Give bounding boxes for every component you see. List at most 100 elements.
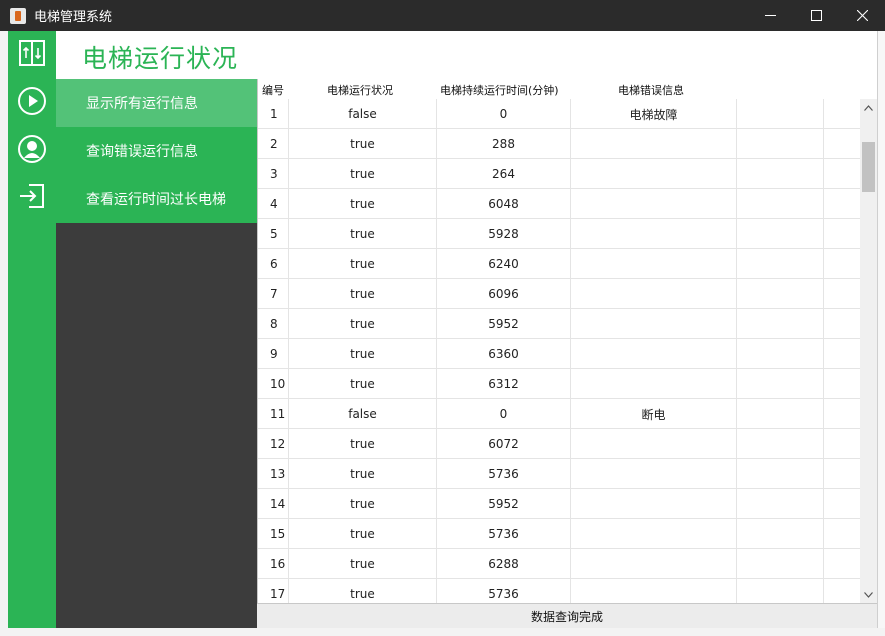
cell-empty[interactable] <box>737 459 824 489</box>
menu-item-long-running[interactable]: 查看运行时间过长电梯 <box>56 175 257 223</box>
table-row[interactable]: 4 true 6048 <box>258 189 860 219</box>
table-row[interactable]: 8 true 5952 <box>258 309 860 339</box>
cell-id[interactable]: 14 <box>258 489 289 519</box>
cell-status[interactable]: true <box>289 249 437 279</box>
menu-item-show-all[interactable]: 显示所有运行信息 <box>56 79 257 127</box>
cell-runtime[interactable]: 6072 <box>437 429 571 459</box>
rail-play-button[interactable] <box>17 86 47 116</box>
cell-empty[interactable] <box>737 159 824 189</box>
table-row[interactable]: 10 true 6312 <box>258 369 860 399</box>
minimize-button[interactable] <box>747 0 793 31</box>
cell-empty[interactable] <box>824 399 860 429</box>
close-button[interactable] <box>839 0 885 31</box>
cell-empty[interactable] <box>737 369 824 399</box>
cell-error[interactable] <box>571 579 737 603</box>
cell-id[interactable]: 2 <box>258 129 289 159</box>
cell-id[interactable]: 7 <box>258 279 289 309</box>
cell-empty[interactable] <box>824 489 860 519</box>
cell-id[interactable]: 4 <box>258 189 289 219</box>
rail-elevator-button[interactable] <box>17 38 47 68</box>
cell-runtime[interactable]: 5928 <box>437 219 571 249</box>
column-header-error[interactable]: 电梯错误信息 <box>618 82 684 98</box>
cell-empty[interactable] <box>737 519 824 549</box>
cell-runtime[interactable]: 264 <box>437 159 571 189</box>
scrollbar-thumb[interactable] <box>862 142 875 192</box>
cell-runtime[interactable]: 5736 <box>437 579 571 603</box>
cell-id[interactable]: 12 <box>258 429 289 459</box>
cell-empty[interactable] <box>737 249 824 279</box>
table-row[interactable]: 9 true 6360 <box>258 339 860 369</box>
cell-runtime[interactable]: 6096 <box>437 279 571 309</box>
cell-id[interactable]: 13 <box>258 459 289 489</box>
cell-runtime[interactable]: 0 <box>437 99 571 129</box>
cell-empty[interactable] <box>737 309 824 339</box>
cell-empty[interactable] <box>737 219 824 249</box>
cell-runtime[interactable]: 5952 <box>437 489 571 519</box>
rail-logout-button[interactable] <box>17 181 47 211</box>
vertical-scrollbar[interactable] <box>860 99 877 603</box>
cell-error[interactable] <box>571 219 737 249</box>
cell-error[interactable] <box>571 429 737 459</box>
column-header-status[interactable]: 电梯运行状况 <box>327 82 393 98</box>
table-row[interactable]: 17 true 5736 <box>258 579 860 603</box>
cell-id[interactable]: 11 <box>258 399 289 429</box>
cell-empty[interactable] <box>737 489 824 519</box>
cell-error[interactable] <box>571 369 737 399</box>
cell-error[interactable] <box>571 279 737 309</box>
cell-id[interactable]: 8 <box>258 309 289 339</box>
table-row[interactable]: 1 false 0 电梯故障 <box>258 99 860 129</box>
cell-runtime[interactable]: 6312 <box>437 369 571 399</box>
cell-error[interactable] <box>571 309 737 339</box>
cell-status[interactable]: false <box>289 99 437 129</box>
cell-id[interactable]: 10 <box>258 369 289 399</box>
cell-runtime[interactable]: 5736 <box>437 459 571 489</box>
cell-runtime[interactable]: 5736 <box>437 519 571 549</box>
cell-error[interactable] <box>571 249 737 279</box>
cell-runtime[interactable]: 288 <box>437 129 571 159</box>
cell-empty[interactable] <box>824 309 860 339</box>
cell-runtime[interactable]: 6048 <box>437 189 571 219</box>
cell-empty[interactable] <box>737 339 824 369</box>
table-row[interactable]: 15 true 5736 <box>258 519 860 549</box>
cell-status[interactable]: true <box>289 189 437 219</box>
table-row[interactable]: 16 true 6288 <box>258 549 860 579</box>
cell-status[interactable]: true <box>289 459 437 489</box>
cell-runtime[interactable]: 0 <box>437 399 571 429</box>
table-row[interactable]: 6 true 6240 <box>258 249 860 279</box>
cell-status[interactable]: true <box>289 279 437 309</box>
table-row[interactable]: 11 false 0 断电 <box>258 399 860 429</box>
table-body[interactable]: 1 false 0 电梯故障 2 true 288 3 true 264 4 true 6048 5 tru… <box>258 99 860 603</box>
cell-empty[interactable] <box>737 99 824 129</box>
cell-status[interactable]: false <box>289 399 437 429</box>
cell-empty[interactable] <box>824 579 860 603</box>
column-header-runtime[interactable]: 电梯持续运行时间(分钟) <box>440 82 559 98</box>
table-row[interactable]: 5 true 5928 <box>258 219 860 249</box>
table-row[interactable]: 2 true 288 <box>258 129 860 159</box>
cell-empty[interactable] <box>824 189 860 219</box>
cell-empty[interactable] <box>737 129 824 159</box>
cell-status[interactable]: true <box>289 489 437 519</box>
table-row[interactable]: 12 true 6072 <box>258 429 860 459</box>
cell-id[interactable]: 17 <box>258 579 289 603</box>
cell-status[interactable]: true <box>289 579 437 603</box>
cell-id[interactable]: 3 <box>258 159 289 189</box>
cell-error[interactable] <box>571 189 737 219</box>
cell-empty[interactable] <box>737 399 824 429</box>
cell-empty[interactable] <box>824 99 860 129</box>
cell-runtime[interactable]: 6288 <box>437 549 571 579</box>
cell-id[interactable]: 9 <box>258 339 289 369</box>
cell-id[interactable]: 15 <box>258 519 289 549</box>
cell-status[interactable]: true <box>289 549 437 579</box>
cell-empty[interactable] <box>737 549 824 579</box>
cell-error[interactable] <box>571 549 737 579</box>
table-row[interactable]: 7 true 6096 <box>258 279 860 309</box>
cell-empty[interactable] <box>824 459 860 489</box>
cell-error[interactable]: 电梯故障 <box>571 99 737 129</box>
cell-error[interactable] <box>571 519 737 549</box>
column-header-id[interactable]: 编号 <box>262 82 284 98</box>
cell-status[interactable]: true <box>289 309 437 339</box>
maximize-button[interactable] <box>793 0 839 31</box>
cell-status[interactable]: true <box>289 429 437 459</box>
cell-runtime[interactable]: 5952 <box>437 309 571 339</box>
cell-empty[interactable] <box>824 279 860 309</box>
